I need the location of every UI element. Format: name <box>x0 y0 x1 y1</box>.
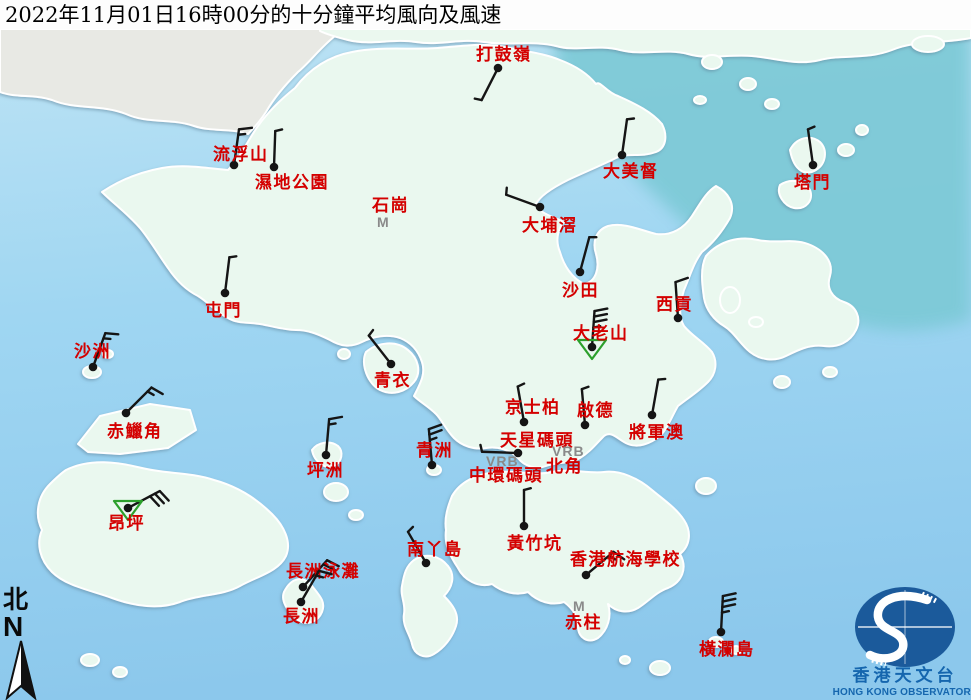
station-dot <box>299 583 308 592</box>
station-dot <box>520 522 529 531</box>
station-dot <box>717 628 726 637</box>
station-label: 大埔滘 <box>522 215 578 236</box>
station-dot <box>89 363 98 372</box>
wind-barb-half <box>275 129 282 131</box>
station-tag: M <box>573 598 586 614</box>
title-bar: 2022年11月01日16時00分的十分鐘平均風向及風速 <box>0 0 971 29</box>
wind-barb-half <box>329 423 336 424</box>
wind-barb-half <box>627 118 634 119</box>
compass-north-letter: N <box>3 611 23 642</box>
station-dot <box>576 268 585 277</box>
station-label: 坪洲 <box>307 461 344 481</box>
station-dot <box>582 571 591 580</box>
station-label: 橫瀾島 <box>699 639 755 660</box>
wind-barb-half <box>480 445 482 452</box>
station-label: 青洲 <box>416 440 453 461</box>
wind-barb-half <box>238 134 245 135</box>
station-label: 青衣 <box>374 370 411 391</box>
station-label: 石崗 <box>371 196 409 216</box>
station-dot <box>322 451 331 460</box>
wind-map-screen: 打鼓嶺流浮山濕地公園M石崗大美督塔門大埔滘沙田西貢大老山屯門沙洲赤鱲角青衣坪洲青… <box>0 0 971 700</box>
wind-barb-full <box>105 333 118 334</box>
station-dot <box>618 151 627 160</box>
station-dot <box>221 289 230 298</box>
station-dot <box>581 421 590 430</box>
station-label: 濕地公園 <box>255 172 329 193</box>
station-label: 京士柏 <box>505 397 561 418</box>
station-label: 南丫島 <box>407 539 463 560</box>
station-label: 打鼓嶺 <box>476 44 532 65</box>
station-label: 大美督 <box>603 161 659 182</box>
station-label: 屯門 <box>205 300 242 321</box>
hk-wind-map: 打鼓嶺流浮山濕地公園M石崗大美督塔門大埔滘沙田西貢大老山屯門沙洲赤鱲角青衣坪洲青… <box>0 0 971 700</box>
wind-barb-shaft <box>274 131 275 164</box>
wind-barb-half <box>722 611 729 612</box>
station-label: 流浮山 <box>213 144 269 165</box>
station-dot <box>124 504 133 513</box>
wind-barb-half <box>475 99 482 100</box>
wind-barb-half <box>229 256 236 257</box>
station-tag: M <box>377 214 390 230</box>
station-label: 將軍澳 <box>629 422 685 443</box>
station-dot <box>428 461 437 470</box>
station-label: 赤鱲角 <box>107 421 163 442</box>
station-label: 沙洲 <box>74 342 111 362</box>
station-dot <box>536 203 545 212</box>
station-dot <box>648 411 657 420</box>
station-label: 啟德 <box>577 400 614 421</box>
logo-name-en: HONG KONG OBSERVATORY <box>833 687 971 698</box>
station-dot <box>809 161 818 170</box>
station-北角: VRB北角 <box>546 443 585 477</box>
station-label: 西貢 <box>656 295 693 315</box>
station-dot <box>387 360 396 369</box>
station-label: 長洲 <box>283 607 320 627</box>
station-label: 昂坪 <box>108 514 145 534</box>
station-dot <box>520 418 529 427</box>
station-dot <box>297 598 306 607</box>
wind-barb-full <box>239 128 252 130</box>
station-dot <box>270 163 279 172</box>
wind-barb-half <box>506 188 507 195</box>
wind-barb-half <box>658 379 665 380</box>
station-label: 大老山 <box>573 323 629 344</box>
station-label: 塔門 <box>794 172 831 193</box>
station-label: 中環碼頭 <box>469 465 543 486</box>
station-label: 沙田 <box>562 281 599 301</box>
station-label: 香港航海學校 <box>570 549 681 570</box>
logo-name-zh: 香港天文台 <box>853 665 958 685</box>
wind-barb-half <box>103 338 110 339</box>
station-label: 赤柱 <box>565 612 602 633</box>
station-label: 黃竹坑 <box>506 533 563 554</box>
map-title: 2022年11月01日16時00分的十分鐘平均風向及風速 <box>5 3 501 27</box>
station-dot <box>122 409 131 418</box>
compass-north-hanzi: 北 <box>3 585 28 614</box>
station-label: 北角 <box>546 456 583 477</box>
